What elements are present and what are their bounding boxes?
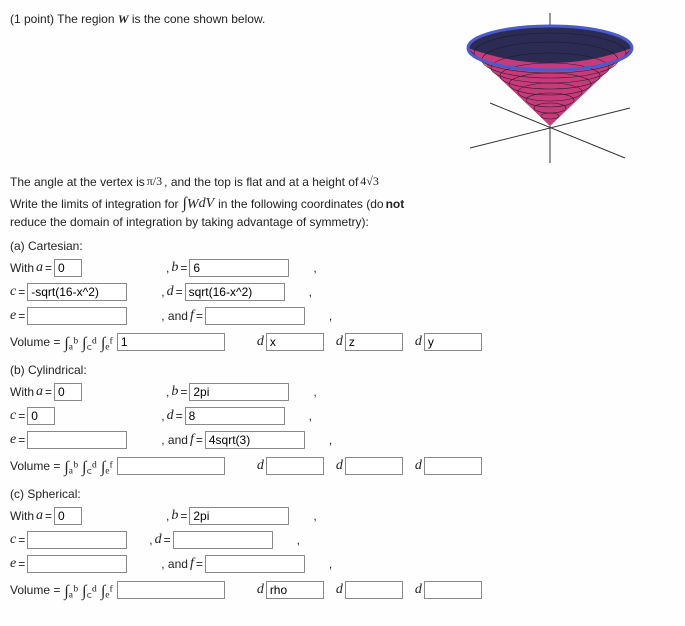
sph-a-input[interactable] bbox=[54, 507, 82, 525]
intro-text-2: is the cone shown below. bbox=[129, 12, 266, 26]
cart-integrand-input[interactable] bbox=[117, 333, 225, 351]
sph-integrand-input[interactable] bbox=[117, 581, 225, 599]
triple-integral-icon: ∫ₐᵇ ∫꜀ᵈ ∫ₑᶠ bbox=[62, 579, 114, 601]
cart-d3-input[interactable] bbox=[424, 333, 482, 351]
sph-e-input[interactable] bbox=[27, 555, 127, 573]
sph-d2-input[interactable] bbox=[345, 581, 403, 599]
triple-integral-icon: ∫ₐᵇ ∫꜀ᵈ ∫ₑᶠ bbox=[62, 331, 114, 353]
cyl-integrand-input[interactable] bbox=[117, 457, 225, 475]
points-label: (1 point) bbox=[10, 12, 54, 26]
intro-text-1: The region bbox=[57, 12, 118, 26]
cart-b-input[interactable] bbox=[189, 259, 289, 277]
question-prompt: (1 point) The region W is the cone shown… bbox=[10, 8, 435, 27]
cyl-b-input[interactable] bbox=[189, 383, 289, 401]
region-symbol: W bbox=[118, 12, 129, 26]
cyl-a-input[interactable] bbox=[54, 383, 82, 401]
cartesian-title: (a) Cartesian: bbox=[10, 239, 675, 253]
cyl-d3-input[interactable] bbox=[424, 457, 482, 475]
sph-f-input[interactable] bbox=[205, 555, 305, 573]
cyl-d2-input[interactable] bbox=[345, 457, 403, 475]
cylindrical-title: (b) Cylindrical: bbox=[10, 363, 675, 377]
vertex-angle-text: The angle at the vertex is π/3 , and the… bbox=[10, 174, 675, 189]
triple-integral-icon: ∫ₐᵇ ∫꜀ᵈ ∫ₑᶠ bbox=[62, 455, 114, 477]
cyl-f-input[interactable] bbox=[205, 431, 305, 449]
cart-d-input[interactable] bbox=[185, 283, 285, 301]
cart-d2-input[interactable] bbox=[345, 333, 403, 351]
sph-c-input[interactable] bbox=[27, 531, 127, 549]
cart-f-input[interactable] bbox=[205, 307, 305, 325]
cyl-d1-input[interactable] bbox=[266, 457, 324, 475]
vertex-angle-value: π/3 bbox=[147, 174, 162, 189]
cyl-c-input[interactable] bbox=[27, 407, 55, 425]
instruction-text: Write the limits of integration for ∫W d… bbox=[10, 195, 675, 229]
spherical-title: (c) Spherical: bbox=[10, 487, 675, 501]
sph-b-input[interactable] bbox=[189, 507, 289, 525]
cart-d1-input[interactable] bbox=[266, 333, 324, 351]
cyl-d-input[interactable] bbox=[185, 407, 285, 425]
cart-e-input[interactable] bbox=[27, 307, 127, 325]
sph-d1-input[interactable] bbox=[266, 581, 324, 599]
cyl-e-input[interactable] bbox=[27, 431, 127, 449]
cone-figure bbox=[435, 8, 665, 168]
sph-d3-input[interactable] bbox=[424, 581, 482, 599]
cart-a-input[interactable] bbox=[54, 259, 82, 277]
height-value: 4√3 bbox=[360, 174, 379, 189]
cart-c-input[interactable] bbox=[27, 283, 127, 301]
sph-d-input[interactable] bbox=[173, 531, 273, 549]
